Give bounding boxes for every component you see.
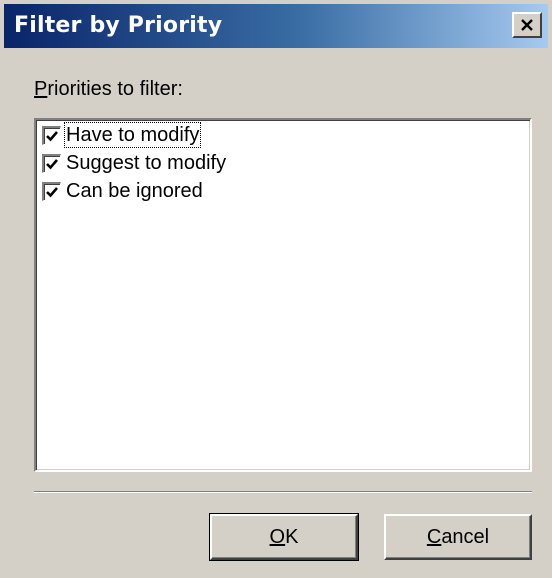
checkmark-icon — [46, 130, 58, 141]
cancel-button[interactable]: Cancel — [384, 514, 532, 560]
have-to-modify-checkbox[interactable] — [42, 125, 61, 145]
can-be-ignored-label[interactable]: Can be ignored — [65, 179, 204, 203]
list-item-have-to-modify[interactable]: Have to modify — [42, 122, 202, 148]
cancel-button-label: Cancel — [426, 525, 490, 548]
priorities-listbox[interactable]: Have to modify Suggest to modify Can be … — [34, 118, 532, 472]
filter-dialog: Filter by Priority Priorities to filter:… — [0, 0, 552, 578]
ok-button-label: OK — [269, 525, 299, 548]
checkmark-icon — [46, 158, 58, 169]
title-bar[interactable]: Filter by Priority — [4, 4, 548, 48]
can-be-ignored-checkbox[interactable] — [42, 181, 61, 201]
checkmark-icon — [46, 186, 58, 197]
suggest-to-modify-label[interactable]: Suggest to modify — [65, 151, 227, 175]
suggest-to-modify-checkbox[interactable] — [42, 153, 61, 173]
separator — [34, 491, 532, 493]
priorities-label: Priorities to filter: — [34, 78, 183, 101]
have-to-modify-label[interactable]: Have to modify — [63, 122, 202, 148]
priorities-label-rest: riorities to filter: — [47, 78, 183, 100]
list-item-suggest-to-modify[interactable]: Suggest to modify — [42, 150, 227, 176]
priorities-label-mnemonic: P — [34, 78, 48, 100]
ok-button[interactable]: OK — [209, 513, 359, 561]
close-icon — [520, 19, 534, 31]
dialog-title: Filter by Priority — [14, 13, 223, 38]
close-button[interactable] — [512, 12, 542, 38]
list-item-can-be-ignored[interactable]: Can be ignored — [42, 178, 204, 204]
